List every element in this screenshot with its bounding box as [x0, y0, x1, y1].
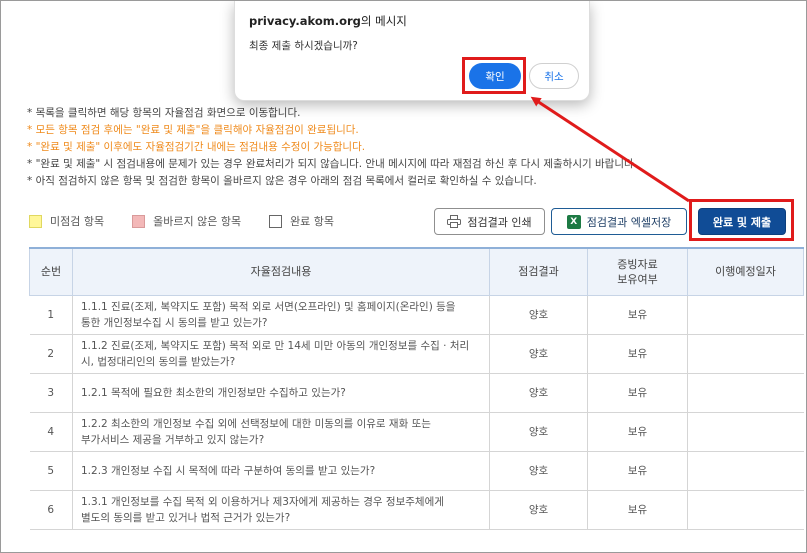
cell-result: 양호: [489, 451, 588, 491]
cell-plan: [687, 451, 804, 491]
notice-line: * "완료 및 제출" 시 점검내용에 문제가 있는 경우 완료처리가 되지 않…: [27, 158, 637, 170]
print-result-label: 점검결과 인쇄: [467, 215, 532, 229]
cell-no: 1: [29, 295, 73, 335]
cell-content: 1.2.2 최소한의 개인정보 수집 외에 선택정보에 대한 미동의를 이유로 …: [72, 412, 490, 452]
header-no: 순번: [29, 247, 73, 296]
legend-label: 미점검 항목: [50, 215, 105, 228]
header-plan: 이행예정일자: [687, 247, 804, 296]
content-line: 시, 법정대리인의 동의를 받았는가?: [81, 355, 236, 368]
print-result-button[interactable]: 점검결과 인쇄: [434, 208, 545, 235]
excel-icon: X: [566, 214, 581, 229]
legend-unchecked: 미점검 항목: [29, 213, 104, 229]
header-evidence-line1: 증빙자료: [617, 257, 658, 271]
ok-button-highlight: [462, 57, 526, 94]
notice-line: * "완료 및 제출" 이후에도 자율점검기간 내에는 점검내용 수정이 가능합…: [27, 141, 366, 153]
cell-evidence: 보유: [587, 334, 688, 374]
content-line: 별도의 동의를 받고 있거나 법적 근거가 있는가?: [81, 511, 291, 524]
cell-evidence: 보유: [587, 373, 688, 413]
notice-line: * 아직 점검하지 않은 항목 및 점검한 항목이 올바르지 않은 경우 아래의…: [27, 175, 537, 187]
white-swatch: [269, 214, 283, 228]
table-row[interactable]: 6 1.3.1 개인정보를 수집 목적 외 이용하거나 제3자에게 제공하는 경…: [29, 490, 804, 530]
dialog-title-suffix: 의 메시지: [360, 14, 407, 28]
legend-label: 완료 항목: [290, 215, 335, 228]
content-line: 1.2.1 목적에 필요한 최소한의 개인정보만 수집하고 있는가?: [81, 386, 346, 399]
confirm-dialog: privacy.akom.org의 메시지 최종 제출 하시겠습니까? 확인 취…: [234, 1, 590, 101]
cell-content: 1.1.1 진료(조제, 복약지도 포함) 목적 외로 서면(오프라인) 및 홈…: [72, 295, 490, 335]
cell-evidence: 보유: [587, 490, 688, 530]
cell-content: 1.1.2 진료(조제, 복약지도 포함) 목적 외로 만 14세 미만 아동의…: [72, 334, 490, 374]
legend-label: 올바르지 않은 항목: [153, 215, 242, 228]
header-evidence: 증빙자료 보유여부: [587, 247, 688, 296]
cell-content: 1.2.3 개인정보 수집 시 목적에 따라 구분하여 동의를 받고 있는가?: [72, 451, 490, 491]
excel-icon-glyph: X: [566, 214, 581, 229]
cell-plan: [687, 373, 804, 413]
content-line: 1.1.1 진료(조제, 복약지도 포함) 목적 외로 서면(오프라인) 및 홈…: [81, 300, 456, 313]
content-line: 부가서비스 제공을 거부하고 있지 않는가?: [81, 433, 265, 446]
submit-button-highlight: [689, 199, 794, 241]
cell-content: 1.2.1 목적에 필요한 최소한의 개인정보만 수집하고 있는가?: [72, 373, 490, 413]
cell-no: 6: [29, 490, 73, 530]
dialog-message: 최종 제출 하시겠습니까?: [249, 40, 358, 52]
table-row[interactable]: 3 1.2.1 목적에 필요한 최소한의 개인정보만 수집하고 있는가? 양호 …: [29, 373, 804, 413]
content-line: 1.2.3 개인정보 수집 시 목적에 따라 구분하여 동의를 받고 있는가?: [81, 464, 376, 477]
printer-icon: [447, 215, 462, 228]
cell-result: 양호: [489, 334, 588, 374]
status-legend: 미점검 항목 올바르지 않은 항목 완료 항목: [29, 213, 362, 229]
content-line: 1.3.1 개인정보를 수집 목적 외 이용하거나 제3자에게 제공하는 경우 …: [81, 495, 444, 508]
checklist-table: 순번 자율점검내용 점검결과 증빙자료 보유여부 이행예정일자 1 1.1.1 …: [29, 247, 804, 530]
confirm-cancel-button[interactable]: 취소: [529, 63, 579, 89]
header-result: 점검결과: [489, 247, 588, 296]
dialog-title: privacy.akom.org의 메시지: [249, 13, 407, 29]
yellow-swatch: [29, 214, 42, 228]
table-row[interactable]: 2 1.1.2 진료(조제, 복약지도 포함) 목적 외로 만 14세 미만 아…: [29, 334, 804, 374]
content-line: 통한 개인정보수집 시 동의를 받고 있는가?: [81, 316, 268, 329]
excel-export-label: 점검결과 엑셀저장: [586, 215, 672, 229]
excel-export-button[interactable]: X 점검결과 엑셀저장: [551, 208, 687, 235]
cell-result: 양호: [489, 295, 588, 335]
content-line: 1.2.2 최소한의 개인정보 수집 외에 선택정보에 대한 미동의를 이유로 …: [81, 417, 431, 430]
cell-no: 3: [29, 373, 73, 413]
table-row[interactable]: 5 1.2.3 개인정보 수집 시 목적에 따라 구분하여 동의를 받고 있는가…: [29, 451, 804, 491]
dialog-host: privacy.akom.org: [249, 14, 361, 28]
table-header-row: 순번 자율점검내용 점검결과 증빙자료 보유여부 이행예정일자: [29, 247, 804, 296]
notice-list: * 목록을 클릭하면 해당 항목의 자율점검 화면으로 이동합니다. * 모든 …: [27, 105, 667, 190]
cell-plan: [687, 490, 804, 530]
cell-result: 양호: [489, 490, 588, 530]
cell-evidence: 보유: [587, 412, 688, 452]
pink-swatch: [132, 214, 146, 228]
cell-content: 1.3.1 개인정보를 수집 목적 외 이용하거나 제3자에게 제공하는 경우 …: [72, 490, 490, 530]
page-frame: * 목록을 클릭하면 해당 항목의 자율점검 화면으로 이동합니다. * 모든 …: [0, 0, 807, 553]
cell-evidence: 보유: [587, 295, 688, 335]
cell-plan: [687, 295, 804, 335]
legend-complete: 완료 항목: [269, 213, 334, 229]
header-content: 자율점검내용: [72, 247, 490, 296]
cell-no: 5: [29, 451, 73, 491]
legend-incorrect: 올바르지 않은 항목: [132, 213, 241, 229]
table-row[interactable]: 1 1.1.1 진료(조제, 복약지도 포함) 목적 외로 서면(오프라인) 및…: [29, 295, 804, 335]
cell-no: 4: [29, 412, 73, 452]
notice-line: * 목록을 클릭하면 해당 항목의 자율점검 화면으로 이동합니다.: [27, 107, 301, 119]
cell-no: 2: [29, 334, 73, 374]
content-line: 1.1.2 진료(조제, 복약지도 포함) 목적 외로 만 14세 미만 아동의…: [81, 339, 470, 352]
table-row[interactable]: 4 1.2.2 최소한의 개인정보 수집 외에 선택정보에 대한 미동의를 이유…: [29, 412, 804, 452]
header-evidence-line2: 보유여부: [617, 272, 658, 286]
cell-result: 양호: [489, 412, 588, 452]
cell-evidence: 보유: [587, 451, 688, 491]
notice-line: * 모든 항목 점검 후에는 "완료 및 제출"을 클릭해야 자율점검이 완료됩…: [27, 124, 359, 136]
cell-plan: [687, 412, 804, 452]
cell-plan: [687, 334, 804, 374]
cell-result: 양호: [489, 373, 588, 413]
